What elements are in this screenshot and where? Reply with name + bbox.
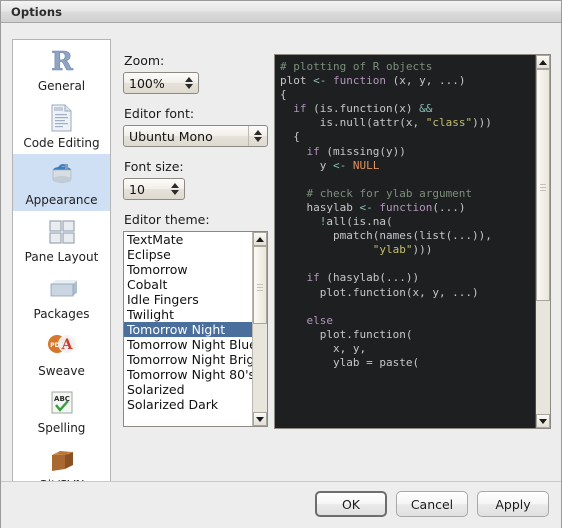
chevron-down-icon[interactable] bbox=[171, 190, 179, 195]
scroll-thumb[interactable] bbox=[253, 246, 267, 324]
preview-scrollbar[interactable] bbox=[535, 55, 550, 428]
theme-option[interactable]: Cobalt bbox=[124, 277, 252, 292]
zoom-stepper[interactable]: 100% bbox=[123, 72, 199, 94]
theme-option[interactable]: Solarized Dark bbox=[124, 397, 252, 412]
sidebar-item-label: Spelling bbox=[37, 421, 86, 435]
pdf-icon: PDF A bbox=[46, 329, 78, 363]
sidebar-item-label: Code Editing bbox=[23, 136, 100, 150]
sidebar-item-code-editing[interactable]: Code Editing bbox=[13, 97, 110, 154]
sidebar-item-label: Packages bbox=[33, 307, 90, 321]
sidebar-item-appearance[interactable]: Appearance bbox=[13, 154, 110, 211]
triangle-down-icon bbox=[256, 416, 264, 422]
editor-theme-label: Editor theme: bbox=[124, 212, 210, 227]
preview-scroll-track[interactable] bbox=[536, 69, 550, 414]
theme-list-scrollbar[interactable] bbox=[252, 232, 267, 426]
sidebar-item-label: General bbox=[37, 79, 86, 93]
sidebar-item-label: Sweave bbox=[38, 364, 85, 378]
editor-theme-options[interactable]: TextMate Eclipse Tomorrow Cobalt Idle Finger… bbox=[124, 232, 252, 426]
sidebar-item-label: Appearance bbox=[25, 193, 98, 207]
apply-button[interactable]: Apply bbox=[477, 491, 549, 517]
abc-check-icon: ABC bbox=[49, 386, 75, 420]
chevron-down-icon[interactable] bbox=[254, 137, 262, 142]
sidebar-item-packages[interactable]: Packages bbox=[13, 268, 110, 325]
theme-option[interactable]: TextMate bbox=[124, 232, 252, 247]
sidebar-item-label: Pane Layout bbox=[24, 250, 99, 264]
code-preview-text: # plotting of R objects plot <- function… bbox=[280, 60, 492, 369]
paint-can-icon bbox=[47, 158, 77, 192]
font-size-label: Font size: bbox=[124, 159, 184, 174]
zoom-value: 100% bbox=[129, 75, 165, 91]
sidebar-item-sweave[interactable]: PDF A Sweave bbox=[13, 325, 110, 382]
theme-option[interactable]: Tomorrow Night Bright bbox=[124, 352, 252, 367]
document-icon bbox=[49, 101, 75, 135]
zoom-label: Zoom: bbox=[124, 53, 165, 68]
dialog-button-row: OK Cancel Apply bbox=[315, 491, 549, 517]
window-title: Options bbox=[11, 4, 63, 19]
theme-option[interactable]: Tomorrow Night 80's bbox=[124, 367, 252, 382]
cardboard-box-icon bbox=[47, 443, 77, 477]
chevron-up-icon[interactable] bbox=[185, 77, 193, 82]
dialog-footer: OK Cancel Apply bbox=[1, 481, 561, 528]
font-size-stepper-arrows[interactable] bbox=[166, 179, 184, 199]
scroll-up-button[interactable] bbox=[253, 232, 267, 246]
triangle-down-icon bbox=[539, 418, 547, 424]
sidebar-item-general[interactable]: R General bbox=[13, 40, 110, 97]
scroll-track[interactable] bbox=[253, 246, 267, 412]
svg-text:A: A bbox=[60, 337, 73, 353]
title-bar: Options bbox=[1, 1, 561, 23]
editor-font-value: Ubuntu Mono bbox=[129, 128, 213, 144]
dialog-body: R General Code Editing Appearance Pane L… bbox=[1, 23, 561, 528]
scroll-down-button[interactable] bbox=[253, 412, 267, 426]
theme-option[interactable]: Eclipse bbox=[124, 247, 252, 262]
font-size-value: 10 bbox=[129, 181, 145, 197]
options-category-sidebar[interactable]: R General Code Editing Appearance Pane L… bbox=[12, 39, 111, 496]
triangle-up-icon bbox=[256, 236, 264, 242]
sidebar-item-pane-layout[interactable]: Pane Layout bbox=[13, 211, 110, 268]
chevron-up-icon[interactable] bbox=[254, 130, 262, 135]
appearance-settings-panel: Zoom: 100% Editor font: Ubuntu Mono Font… bbox=[123, 53, 271, 427]
cancel-button[interactable]: Cancel bbox=[396, 491, 468, 517]
sidebar-item-spelling[interactable]: ABC Spelling bbox=[13, 382, 110, 439]
zoom-stepper-arrows[interactable] bbox=[180, 73, 198, 93]
options-dialog: Options R General Code Editing Appearanc… bbox=[0, 0, 562, 528]
chevron-up-icon[interactable] bbox=[171, 183, 179, 188]
theme-preview-pane: # plotting of R objects plot <- function… bbox=[274, 54, 551, 429]
chevron-down-icon[interactable] bbox=[185, 84, 193, 89]
theme-option[interactable]: Solarized bbox=[124, 382, 252, 397]
r-logo-icon: R bbox=[47, 44, 77, 78]
editor-font-label: Editor font: bbox=[124, 106, 195, 121]
editor-theme-listbox[interactable]: TextMate Eclipse Tomorrow Cobalt Idle Finger… bbox=[123, 231, 268, 427]
grid-panes-icon bbox=[48, 215, 76, 249]
font-size-stepper[interactable]: 10 bbox=[123, 178, 185, 200]
preview-scroll-down-button[interactable] bbox=[536, 414, 550, 428]
theme-option[interactable]: Tomorrow Night Blue bbox=[124, 337, 252, 352]
theme-option[interactable]: Idle Fingers bbox=[124, 292, 252, 307]
editor-font-select[interactable]: Ubuntu Mono bbox=[123, 125, 268, 147]
theme-option[interactable]: Tomorrow bbox=[124, 262, 252, 277]
editor-font-arrows[interactable] bbox=[248, 126, 267, 146]
preview-scroll-thumb[interactable] bbox=[536, 69, 550, 301]
package-box-icon bbox=[47, 272, 77, 306]
triangle-up-icon bbox=[539, 59, 547, 65]
ok-button[interactable]: OK bbox=[315, 491, 387, 517]
preview-scroll-up-button[interactable] bbox=[536, 55, 550, 69]
theme-option[interactable]: Twilight bbox=[124, 307, 252, 322]
svg-text:R: R bbox=[51, 47, 73, 76]
scroll-grip-icon bbox=[540, 182, 546, 193]
scroll-grip-icon bbox=[257, 282, 263, 293]
theme-option[interactable]: Tomorrow Night bbox=[124, 322, 252, 337]
